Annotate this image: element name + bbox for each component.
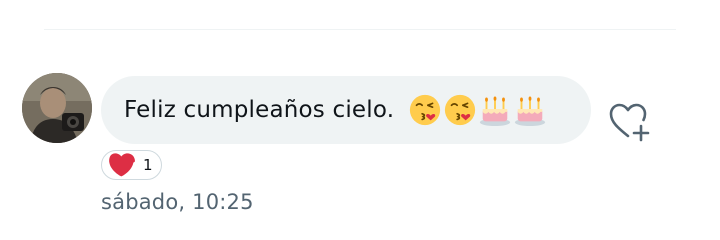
message-bubble[interactable]: Feliz cumpleaños cielo. bbox=[101, 76, 591, 144]
conversation-divider bbox=[44, 29, 676, 30]
kissing-face-emoji bbox=[445, 94, 476, 126]
reaction-count-button[interactable]: 1 bbox=[101, 150, 162, 180]
message-timestamp: sábado, 10:25 bbox=[101, 190, 254, 214]
avatar-photo-icon bbox=[22, 73, 92, 143]
birthday-cake-emoji bbox=[480, 96, 511, 127]
reaction-count: 1 bbox=[143, 156, 153, 174]
red-heart-emoji bbox=[109, 153, 135, 177]
birthday-cake-emoji bbox=[515, 96, 546, 127]
kissing-face-emoji bbox=[410, 94, 441, 126]
sender-avatar[interactable] bbox=[22, 73, 92, 143]
add-reaction-button[interactable] bbox=[604, 98, 654, 144]
message-emojis bbox=[408, 93, 547, 127]
heart-plus-icon bbox=[609, 103, 650, 142]
message-text: Feliz cumpleaños cielo. bbox=[124, 97, 395, 123]
